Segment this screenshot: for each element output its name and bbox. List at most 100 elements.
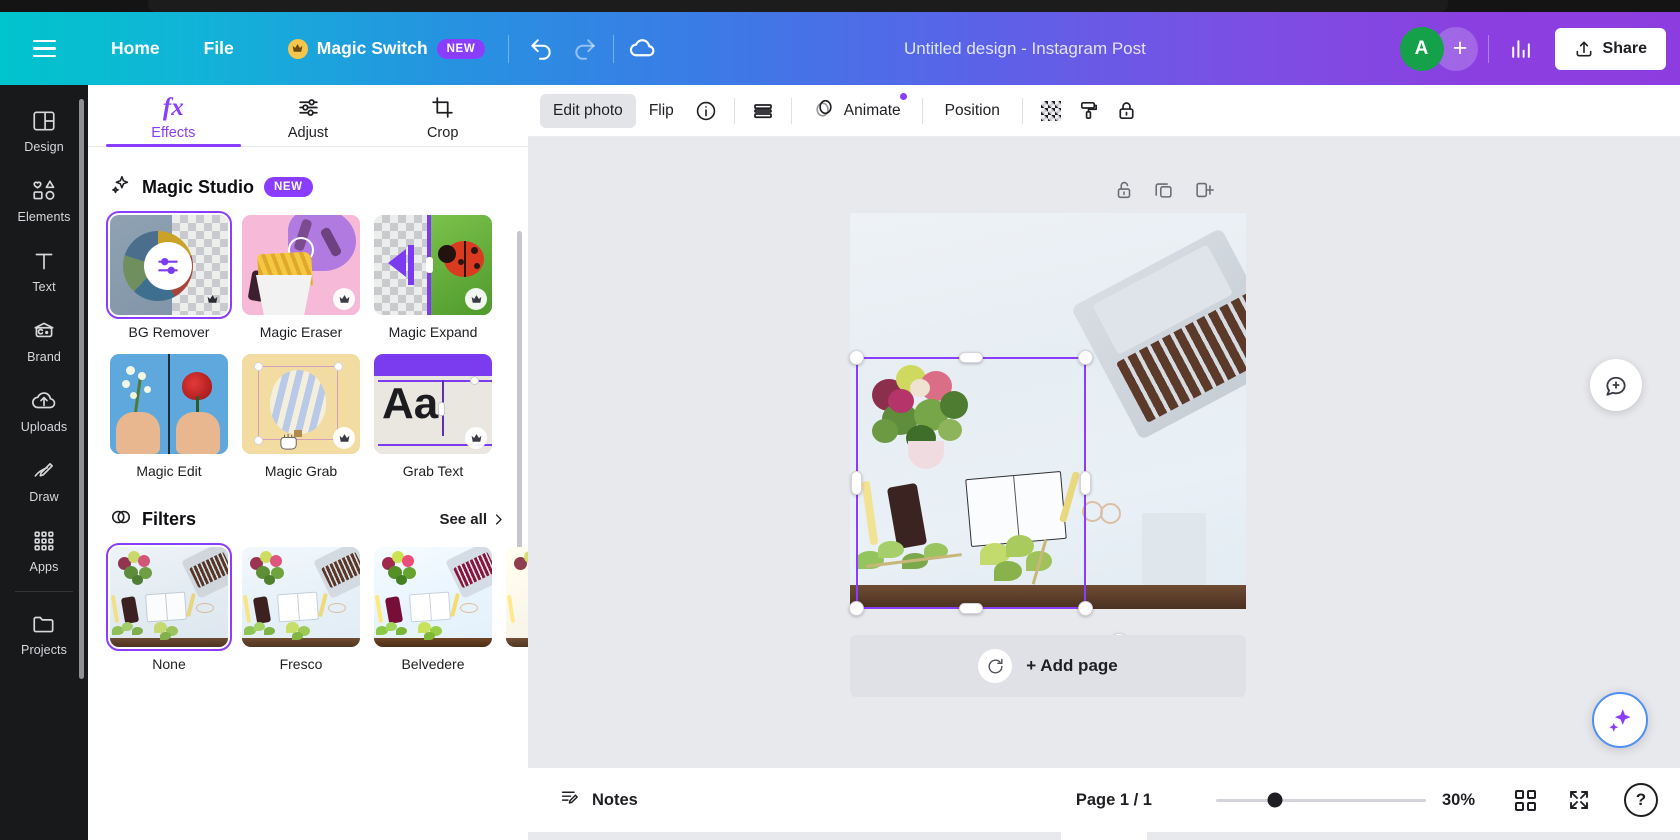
position-button[interactable]: Position — [932, 94, 1013, 128]
pro-crown-icon — [333, 288, 355, 310]
toolbar-divider-3 — [922, 98, 923, 124]
magic-sparkle-icon[interactable] — [1592, 692, 1648, 748]
magic-studio-grid: BG Remover — [110, 215, 506, 479]
sidebar-item-brand[interactable]: Brand — [8, 307, 80, 371]
filter-thumbnail — [506, 547, 528, 647]
rail-divider — [15, 591, 73, 592]
sidebar-item-projects[interactable]: Projects — [8, 600, 80, 664]
magic-switch-label: Magic Switch — [317, 38, 428, 59]
transparency-icon[interactable] — [1032, 92, 1070, 130]
canvas-workspace[interactable]: + Add page — [528, 137, 1680, 840]
crop-icon — [430, 94, 455, 120]
info-icon[interactable] — [687, 92, 725, 130]
sliders-icon — [144, 242, 192, 290]
crown-icon — [288, 39, 308, 59]
redo-icon[interactable] — [563, 27, 607, 71]
analytics-icon[interactable] — [1499, 27, 1543, 71]
magic-switch-new-badge: NEW — [437, 39, 486, 59]
flip-button[interactable]: Flip — [636, 94, 687, 128]
tool-card-grab-text[interactable]: Aa Grab Text — [374, 354, 492, 479]
notes-button[interactable]: Notes — [550, 779, 648, 821]
share-button[interactable]: Share — [1555, 28, 1666, 70]
duplicate-page-icon[interactable] — [1151, 177, 1177, 203]
nav-home-button[interactable]: Home — [96, 29, 175, 68]
panel-tab-bar: fx Effects Adjust Crop — [88, 85, 528, 147]
zoom-controls: 30% ? — [1216, 781, 1658, 819]
unlock-icon[interactable] — [1111, 177, 1137, 203]
toolbar-divider-4 — [1022, 98, 1023, 124]
edit-photo-button[interactable]: Edit photo — [540, 94, 636, 128]
sidebar-item-text[interactable]: Text — [8, 237, 80, 301]
animate-icon — [813, 97, 836, 125]
canva-editor-window: Home File Magic Switch NEW Untitled desi… — [0, 0, 1680, 840]
nav-file-button[interactable]: File — [189, 29, 249, 68]
cloud-save-icon[interactable] — [620, 27, 664, 71]
tool-thumbnail — [374, 215, 492, 315]
hamburger-icon[interactable] — [18, 23, 70, 75]
filter-card-next[interactable] — [506, 547, 528, 672]
toolbar-divider — [508, 35, 509, 63]
sidebar-item-design[interactable]: Design — [8, 97, 80, 161]
magic-studio-header: Magic Studio NEW — [110, 173, 506, 201]
add-page-after-icon[interactable] — [1191, 177, 1217, 203]
tool-card-magic-grab[interactable]: Magic Grab — [242, 354, 360, 479]
sidebar-item-apps[interactable]: Apps — [8, 517, 80, 581]
filters-see-all-button[interactable]: See all — [439, 511, 506, 528]
sidebar-item-label: Draw — [29, 490, 59, 504]
zoom-percentage: 30% — [1442, 791, 1490, 810]
toolbar-divider-2 — [613, 35, 614, 63]
filter-card-belvedere[interactable]: Belvedere — [374, 547, 492, 672]
filter-card-fresco[interactable]: Fresco — [242, 547, 360, 672]
tab-crop[interactable]: Crop — [375, 85, 510, 146]
add-page-button[interactable]: + Add page — [850, 635, 1246, 697]
notes-icon — [560, 787, 581, 813]
tab-label: Adjust — [288, 125, 328, 141]
add-page-label: + Add page — [1026, 656, 1117, 676]
tool-label: BG Remover — [110, 324, 228, 340]
design-page-1[interactable] — [850, 213, 1246, 609]
pro-crown-icon — [333, 427, 355, 449]
tool-card-bg-remover[interactable]: BG Remover — [110, 215, 228, 340]
sidebar-item-elements[interactable]: Elements — [8, 167, 80, 231]
os-title-strip — [0, 0, 1680, 12]
lock-icon[interactable] — [1108, 92, 1146, 130]
sidebar-item-draw[interactable]: Draw — [8, 447, 80, 511]
zoom-slider[interactable] — [1216, 799, 1426, 802]
undo-icon[interactable] — [519, 27, 563, 71]
pro-crown-icon — [465, 427, 487, 449]
tab-effects[interactable]: fx Effects — [106, 85, 241, 146]
filter-label: Fresco — [242, 656, 360, 672]
tab-label: Crop — [427, 125, 458, 141]
tab-adjust[interactable]: Adjust — [241, 85, 376, 146]
avatar[interactable]: A — [1400, 27, 1444, 71]
help-button[interactable]: ? — [1624, 783, 1658, 817]
animate-button[interactable]: Animate — [801, 90, 913, 132]
zoom-slider-knob[interactable] — [1267, 793, 1282, 808]
filter-card-none[interactable]: None — [110, 547, 228, 672]
panel-scrollbar[interactable] — [517, 231, 522, 586]
greenery-object-1 — [856, 535, 966, 587]
tool-card-magic-expand[interactable]: Magic Expand — [374, 215, 492, 340]
document-title-input[interactable]: Untitled design - Instagram Post — [890, 31, 1160, 67]
tool-thumbnail — [242, 215, 360, 315]
magic-studio-title: Magic Studio — [142, 177, 254, 198]
fullscreen-icon[interactable] — [1560, 781, 1598, 819]
filter-label: None — [110, 656, 228, 672]
toolbar-divider-3 — [1488, 35, 1489, 63]
sidebar-item-uploads[interactable]: Uploads — [8, 377, 80, 441]
layers-icon[interactable] — [744, 92, 782, 130]
comment-icon[interactable] — [1590, 359, 1642, 411]
refresh-icon — [978, 649, 1012, 683]
filter-thumbnail — [110, 547, 228, 647]
paint-roller-icon[interactable] — [1070, 92, 1108, 130]
magic-switch-button[interactable]: Magic Switch NEW — [275, 30, 499, 67]
grid-view-icon[interactable] — [1506, 781, 1544, 819]
tool-card-magic-eraser[interactable]: Magic Eraser — [242, 215, 360, 340]
tool-thumbnail — [242, 354, 360, 454]
rail-scrollbar[interactable] — [79, 99, 84, 679]
tool-label: Magic Eraser — [242, 324, 360, 340]
filters-icon — [110, 506, 132, 533]
tool-card-magic-edit[interactable]: Magic Edit — [110, 354, 228, 479]
left-sidebar-rail: Design Elements Text Brand Uploads Draw — [0, 85, 88, 840]
tool-thumbnail — [110, 215, 228, 315]
